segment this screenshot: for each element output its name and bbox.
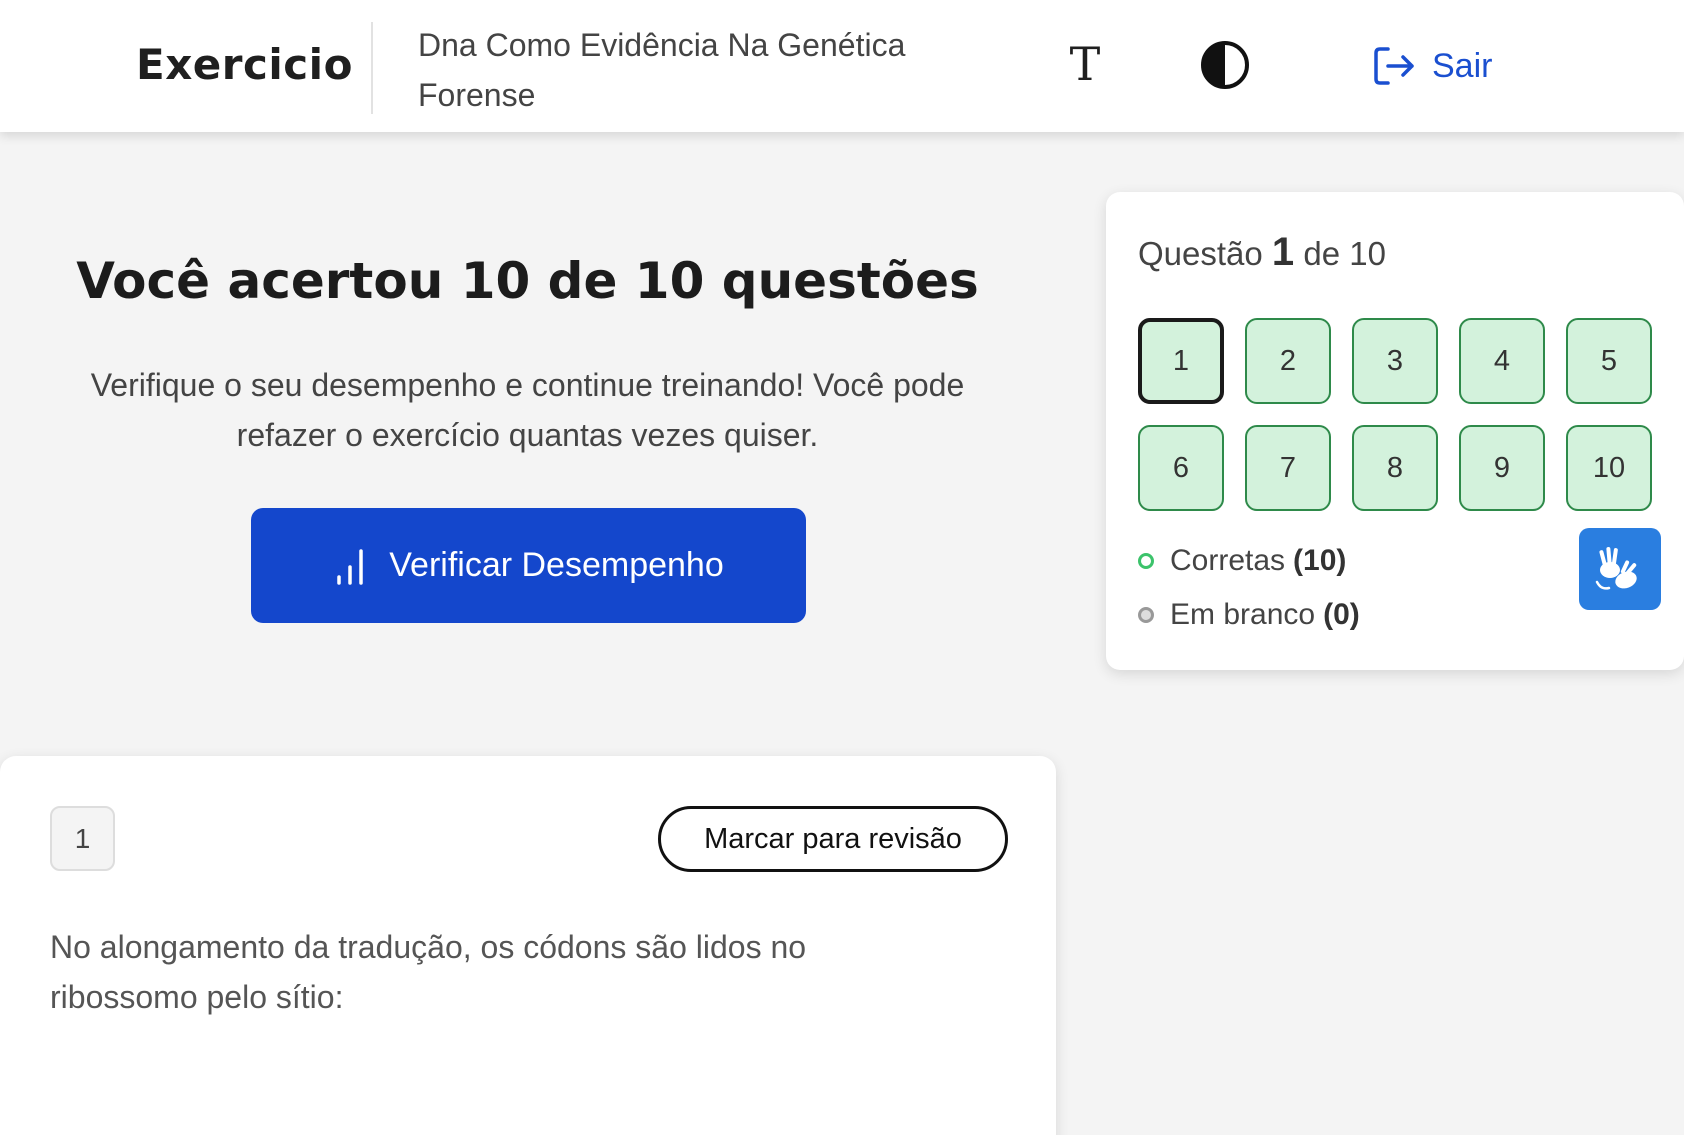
legend-correct: Corretas (10) (1138, 544, 1346, 578)
sign-language-hands-icon (1595, 547, 1637, 590)
app-title: Exercicio (136, 40, 353, 89)
blank-label: Em branco (1170, 598, 1316, 631)
blank-count: (0) (1323, 598, 1360, 631)
result-description: Verifique o seu desempenho e continue tr… (90, 367, 965, 453)
question-button-5[interactable]: 5 (1566, 318, 1652, 404)
question-navigator-panel: Questão 1 de 10 1 2 3 4 5 6 7 8 9 10 Cor… (1106, 192, 1684, 670)
question-card: 1 Marcar para revisão No alongamento da … (0, 756, 1056, 1135)
blank-dot-icon (1138, 607, 1154, 623)
question-button-4[interactable]: 4 (1459, 318, 1545, 404)
result-section: Você acertou 10 de 10 questões Verifique… (60, 252, 995, 460)
logout-icon (1374, 47, 1414, 85)
question-button-9[interactable]: 9 (1459, 425, 1545, 511)
question-indicator: Questão 1 de 10 (1138, 230, 1386, 275)
logout-button[interactable]: Sair (1372, 44, 1492, 88)
verify-performance-button[interactable]: Verificar Desempenho (251, 508, 806, 623)
correct-label: Corretas (1170, 544, 1286, 577)
question-indicator-prefix: Questão (1138, 235, 1263, 272)
contrast-icon[interactable] (1200, 40, 1250, 90)
question-button-6[interactable]: 6 (1138, 425, 1224, 511)
question-text: No alongamento da tradução, os códons sã… (50, 929, 807, 1015)
logout-label: Sair (1432, 46, 1493, 85)
question-number-badge: 1 (50, 806, 115, 871)
course-title: Dna Como Evidência Na Genética Forense (418, 27, 906, 113)
question-button-7[interactable]: 7 (1245, 425, 1331, 511)
mark-for-review-button[interactable]: Marcar para revisão (658, 806, 1008, 872)
verify-performance-label: Verificar Desempenho (389, 546, 724, 584)
font-size-icon[interactable]: T (1062, 37, 1108, 91)
bar-chart-icon (337, 548, 363, 585)
current-question-number: 1 (1271, 230, 1295, 274)
question-button-2[interactable]: 2 (1245, 318, 1331, 404)
question-button-3[interactable]: 3 (1352, 318, 1438, 404)
sign-language-button[interactable] (1579, 528, 1661, 610)
question-button-10[interactable]: 10 (1566, 425, 1652, 511)
question-button-8[interactable]: 8 (1352, 425, 1438, 511)
correct-count: (10) (1293, 544, 1347, 577)
question-indicator-suffix: de 10 (1303, 235, 1386, 272)
svg-text:T: T (1070, 40, 1101, 88)
result-title: Você acertou 10 de 10 questões (76, 252, 979, 310)
top-header: Exercicio Dna Como Evidência Na Genética… (0, 0, 1684, 132)
correct-dot-icon (1138, 553, 1154, 569)
question-grid: 1 2 3 4 5 6 7 8 9 10 (1138, 318, 1654, 511)
header-divider (371, 22, 373, 114)
legend-blank: Em branco (0) (1138, 598, 1360, 632)
question-button-1[interactable]: 1 (1138, 318, 1224, 404)
